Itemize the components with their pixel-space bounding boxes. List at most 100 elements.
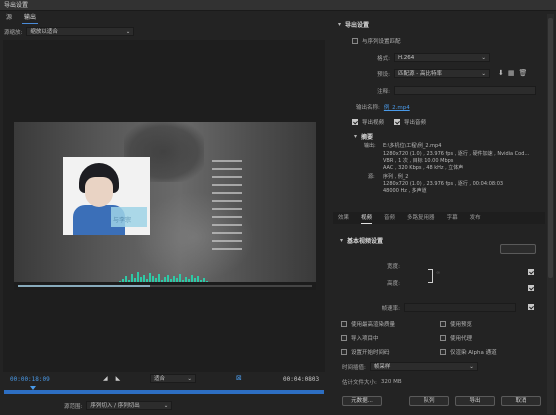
basic-video-header[interactable]: ▾ 基本视频设置 [340,236,383,245]
album-thumbnail: 与李宗 [63,157,150,235]
summary-source-label: 源: [368,174,375,180]
render-alpha-row[interactable]: 仅渲染 Alpha 通道 [440,348,497,356]
file-size-value: 320 MB [380,379,402,385]
preset-row: 预设: 匹配源 - 高比特率 ⌄ ⬇ ▦ 🗑 [370,69,527,78]
timecode-in[interactable]: 00:00:18:09 [10,376,50,383]
metadata-button[interactable]: 元数据... [342,396,382,406]
height-label: 高度: [387,281,400,287]
time-interpolation-row: 时间插值: 帧采样 ⌄ [342,362,478,371]
timeline-track[interactable] [4,390,324,394]
render-alpha-label: 仅渲染 Alpha 通道 [450,350,497,356]
source-range-label: 源范围: [64,403,83,410]
max-render-checkbox[interactable] [341,321,347,327]
output-name-link[interactable]: 例_2.mp4 [384,103,410,111]
save-preset-icon[interactable]: ⬇ [498,70,504,77]
preview-progress[interactable] [18,285,312,287]
export-settings-header[interactable]: ▾ 导出设置 [338,20,369,29]
chevron-down-icon: ⌄ [469,363,474,370]
fit-dropdown[interactable]: 适合 ⌄ [150,374,196,383]
summary-output-line: AAC , 320 Kbps , 48 kHz , 立体声 [383,165,464,171]
chevron-down-icon: ⌄ [481,54,486,61]
start-timecode-checkbox[interactable] [341,349,347,355]
link-icon[interactable]: ∞ [436,270,440,276]
link-dimensions-bracket [428,269,433,283]
cancel-button[interactable]: 取消 [501,396,541,406]
tab-captions[interactable]: 字幕 [447,212,458,224]
export-video-checkbox[interactable] [352,119,358,125]
export-audio-checkbox[interactable] [394,119,401,125]
width-label: 宽度: [387,264,400,270]
export-video-label: 导出视频 [362,120,385,126]
tab-video[interactable]: 视频 [361,212,373,224]
max-render-row[interactable]: 使用最高渲染质量 [341,320,395,328]
comment-label: 注释: [377,88,390,95]
source-range-row: 源范围: 序列切入 / 序列切出 ⌄ [64,401,173,410]
thumbnail-badge-text: 与李宗 [113,217,132,224]
tab-audio[interactable]: 音频 [384,212,395,224]
chevron-down-icon: ⌄ [163,402,169,409]
use-proxies-row[interactable]: 使用代理 [440,334,472,342]
use-proxies-checkbox[interactable] [440,335,446,341]
mark-out-icon[interactable]: ◣ [116,375,121,382]
output-name-row: 输出名称: 例_2.mp4 [356,103,410,111]
delete-preset-icon[interactable]: 🗑 [519,70,528,77]
format-dropdown[interactable]: H.264 ⌄ [394,53,490,62]
use-proxies-label: 使用代理 [450,336,473,342]
source-zoom-dropdown[interactable]: 缩放以适合 ⌄ [26,27,135,36]
right-scrollbar[interactable] [547,14,554,414]
match-sequence-checkbox[interactable] [352,38,358,44]
preset-dropdown[interactable]: 匹配源 - 高比特率 ⌄ [394,69,490,78]
tab-multiplexer[interactable]: 多路复用器 [407,212,435,224]
queue-button[interactable]: 队列 [409,396,449,406]
format-value: H.264 [398,54,415,61]
summary-output-line: E:\多机位\工程\例_2.mp4 [383,143,442,149]
tab-source[interactable]: 源 [4,13,14,24]
format-label: 格式: [377,55,390,62]
collapse-arrow-icon: ▾ [338,21,342,28]
max-render-label: 使用最高渲染质量 [351,322,396,328]
mark-in-icon[interactable]: ◢ [103,375,108,382]
import-project-label: 导入项目中 [351,336,379,342]
import-project-row[interactable]: 导入项目中 [341,334,379,342]
match-sequence-row[interactable]: 与序列设置匹配 [352,37,401,45]
export-settings-title: 导出设置 [345,22,370,29]
start-timecode-row[interactable]: 设置开始时间码 [341,348,390,356]
width-match-checkbox[interactable] [528,269,534,275]
use-previews-checkbox[interactable] [440,321,446,327]
playhead[interactable] [30,386,36,390]
thumbnail-face [85,177,113,207]
file-size-label: 估计文件大小: [342,380,377,386]
time-interpolation-value: 帧采样 [373,363,391,370]
source-range-value: 序列切入 / 序列切出 [90,402,140,409]
source-range-dropdown[interactable]: 序列切入 / 序列切出 ⌄ [86,401,173,410]
width-row: 宽度: [378,262,424,270]
match-source-button[interactable] [500,244,536,254]
export-button[interactable]: 导出 [455,396,495,406]
summary-output-line: 1280x720 (1.0) , 23.976 fps , 逐行 , 硬件加速 … [383,151,530,157]
tab-effects[interactable]: 效果 [338,212,349,224]
timecode-duration: 00:04:0803 [283,376,320,383]
frame-rate-match-checkbox[interactable] [528,304,534,310]
preset-label: 预设: [377,71,390,78]
window-title: 导出设置 [0,0,556,11]
file-size-row: 估计文件大小: 320 MB [342,378,402,386]
render-alpha-checkbox[interactable] [440,349,446,355]
summary-title: 摘要 [361,134,374,141]
summary-source-line: 48000 Hz , 多声道 [383,188,427,194]
crop-icon[interactable]: ⊠ [236,374,242,382]
frame-rate-dropdown[interactable] [404,303,516,312]
chevron-down-icon: ⌄ [125,28,131,35]
summary-header[interactable]: ▾ 摘要 [354,132,373,141]
export-audio-label: 导出音频 [404,120,427,126]
export-toggles-row: 导出视频 导出音频 [352,118,426,126]
import-preset-icon[interactable]: ▦ [508,70,515,77]
tab-output[interactable]: 输出 [22,13,39,24]
time-interpolation-dropdown[interactable]: 帧采样 ⌄ [369,362,478,371]
preset-value: 匹配源 - 高比特率 [398,70,442,77]
comment-input[interactable] [394,86,536,95]
use-previews-row[interactable]: 使用预览 [440,320,472,328]
tab-publish[interactable]: 发布 [470,212,481,224]
frame-rate-label: 帧速率: [381,305,400,312]
import-project-checkbox[interactable] [341,335,347,341]
height-match-checkbox[interactable] [528,285,534,291]
